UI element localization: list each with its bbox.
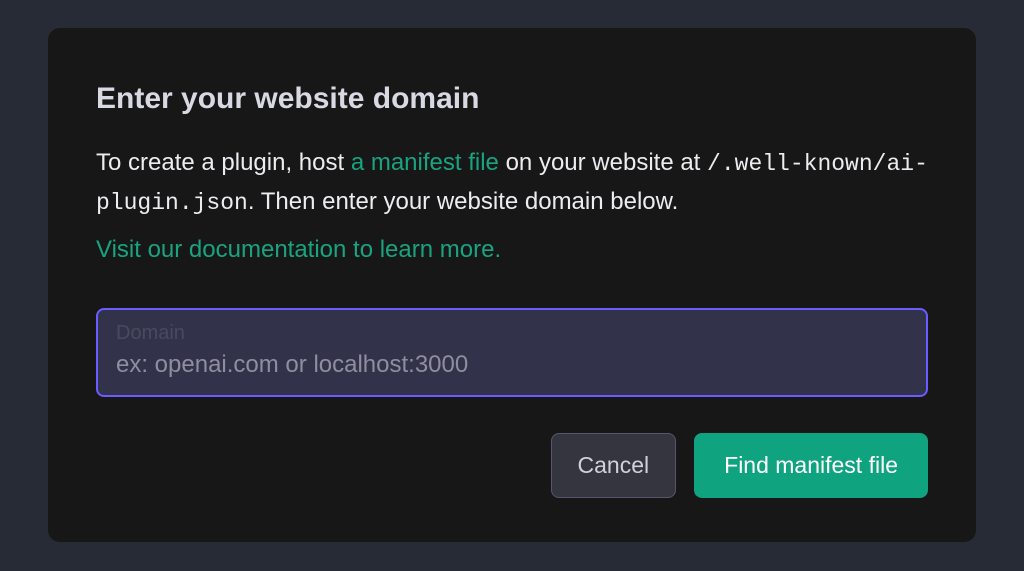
domain-input-wrapper[interactable]: Domain (96, 308, 928, 397)
dialog-description: To create a plugin, host a manifest file… (96, 144, 928, 222)
cancel-button[interactable]: Cancel (551, 433, 677, 498)
dialog-title: Enter your website domain (96, 82, 928, 116)
dialog-button-row: Cancel Find manifest file (96, 433, 928, 498)
domain-input-label: Domain (116, 322, 908, 345)
manifest-file-link[interactable]: a manifest file (351, 149, 499, 176)
domain-input[interactable] (116, 351, 908, 379)
description-text-pre: To create a plugin, host (96, 149, 351, 176)
enter-domain-dialog: Enter your website domain To create a pl… (48, 28, 976, 542)
documentation-link[interactable]: Visit our documentation to learn more. (96, 232, 501, 268)
find-manifest-button[interactable]: Find manifest file (694, 433, 928, 498)
description-text-mid: on your website at (499, 149, 707, 176)
description-text-post: . Then enter your website domain below. (248, 188, 678, 215)
